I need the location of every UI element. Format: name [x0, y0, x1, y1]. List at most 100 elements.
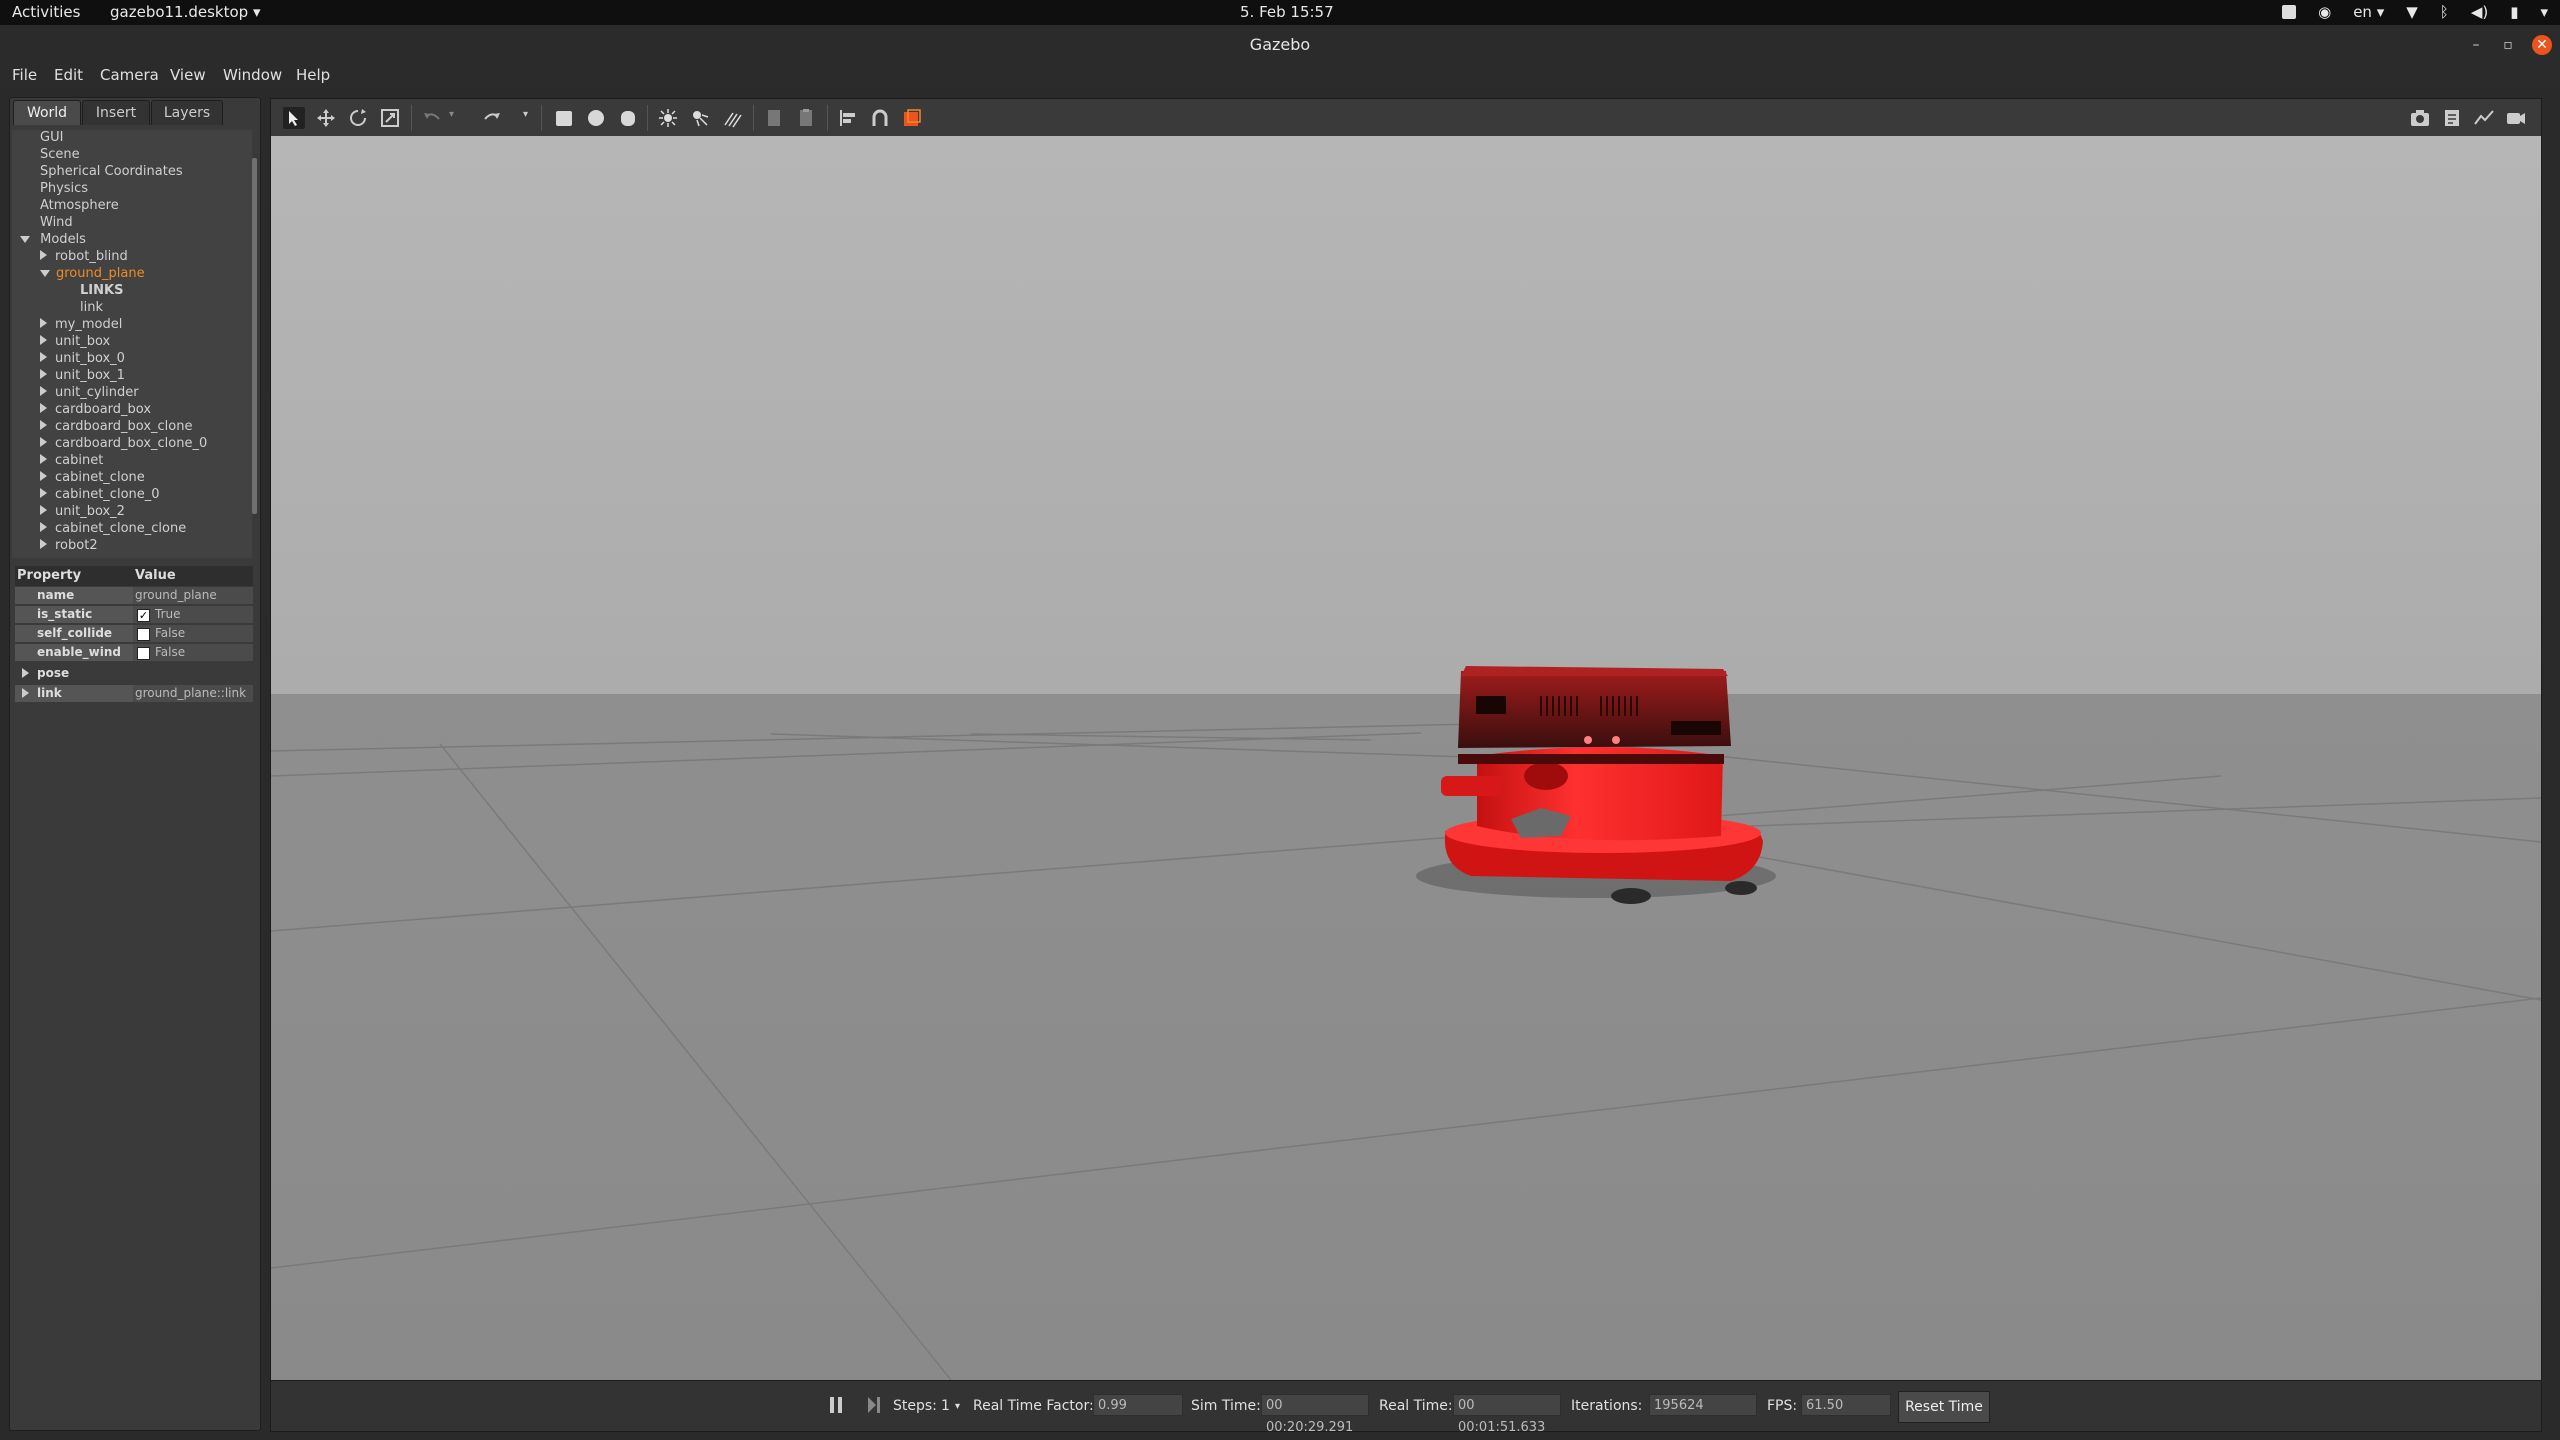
tree-item-link[interactable]: link	[80, 300, 103, 315]
menu-help[interactable]: Help	[296, 66, 330, 84]
tree-item-model[interactable]: cabinet_clone_clone	[40, 521, 186, 536]
chevron-down-icon[interactable]: ▾	[2540, 3, 2548, 21]
property-row-name[interactable]: name ground_plane	[15, 587, 253, 604]
collapse-arrow-icon[interactable]	[40, 437, 47, 447]
menu-camera[interactable]: Camera	[100, 66, 159, 84]
expand-arrow-icon[interactable]	[40, 270, 50, 277]
world-tree[interactable]: GUI Scene Spherical Coordinates Physics …	[12, 130, 252, 558]
step-icon[interactable]	[867, 1396, 881, 1414]
tree-item-model[interactable]: cardboard_box	[40, 402, 151, 417]
tree-item-model-selected[interactable]: ground_plane	[40, 266, 145, 281]
collapse-arrow-icon[interactable]	[40, 386, 47, 396]
scene-viewport[interactable]	[270, 136, 2542, 1380]
chevron-down-icon[interactable]: ▾	[523, 109, 528, 120]
tree-item-model[interactable]: unit_box_1	[40, 368, 125, 383]
collapse-arrow-icon[interactable]	[40, 471, 47, 481]
directional-light-icon[interactable]	[721, 107, 743, 129]
tree-item-wind[interactable]: Wind	[40, 215, 73, 230]
collapse-arrow-icon[interactable]	[22, 668, 29, 678]
tree-item-model[interactable]: robot2	[40, 538, 98, 553]
property-row-link[interactable]: link ground_plane::link	[15, 685, 253, 702]
collapse-arrow-icon[interactable]	[40, 250, 47, 260]
tree-item-model[interactable]: unit_cylinder	[40, 385, 139, 400]
paste-icon[interactable]	[795, 107, 817, 129]
tree-item-model[interactable]: cabinet	[40, 453, 103, 468]
is-static-checkbox[interactable]: ✓	[137, 609, 150, 622]
discord-icon[interactable]: ◉	[2318, 3, 2331, 21]
chevron-down-icon[interactable]: ▾	[955, 1401, 960, 1412]
point-light-icon[interactable]	[657, 107, 679, 129]
tree-item-model[interactable]: cabinet_clone_0	[40, 487, 160, 502]
tray-indicator-icon[interactable]	[2282, 5, 2297, 19]
tree-item-model[interactable]: cardboard_box_clone_0	[40, 436, 207, 451]
self-collide-checkbox[interactable]	[137, 628, 150, 641]
tree-item-model[interactable]: my_model	[40, 317, 122, 332]
translate-icon[interactable]	[315, 107, 337, 129]
property-row-is-static[interactable]: is_static ✓ True	[15, 606, 253, 623]
redo-icon[interactable]	[481, 107, 503, 129]
collapse-arrow-icon[interactable]	[40, 488, 47, 498]
battery-icon[interactable]: ▮	[2510, 3, 2518, 21]
tree-item-spherical-coordinates[interactable]: Spherical Coordinates	[40, 164, 183, 179]
tree-item-atmosphere[interactable]: Atmosphere	[40, 198, 119, 213]
tree-item-models[interactable]: Models	[20, 232, 86, 247]
cylinder-icon[interactable]	[617, 107, 639, 129]
select-arrow-icon[interactable]	[283, 107, 305, 129]
tab-layers[interactable]: Layers	[151, 100, 223, 125]
minimize-icon[interactable]: –	[2466, 35, 2486, 55]
property-row-self-collide[interactable]: self_collide False	[15, 625, 253, 642]
spot-light-icon[interactable]	[689, 107, 711, 129]
tree-item-physics[interactable]: Physics	[40, 181, 88, 196]
reset-time-button[interactable]: Reset Time	[1898, 1391, 1990, 1423]
rotate-icon[interactable]	[347, 107, 369, 129]
collapse-arrow-icon[interactable]	[40, 454, 47, 464]
system-tray[interactable]: ◉ en ▾ ▼ ᛒ ◀) ▮ ▾	[2282, 3, 2548, 21]
undo-icon[interactable]	[421, 107, 443, 129]
screenshot-icon[interactable]	[2409, 107, 2431, 129]
tree-item-model[interactable]: unit_box	[40, 334, 110, 349]
collapse-arrow-icon[interactable]	[40, 505, 47, 515]
tree-item-gui[interactable]: GUI	[40, 130, 63, 145]
tree-item-model[interactable]: robot_blind	[40, 249, 128, 264]
wifi-icon[interactable]: ▼	[2406, 3, 2418, 21]
tab-insert[interactable]: Insert	[82, 100, 150, 125]
tab-world[interactable]: World	[13, 100, 81, 125]
tree-item-model[interactable]: unit_box_0	[40, 351, 125, 366]
collapse-arrow-icon[interactable]	[40, 522, 47, 532]
scale-icon[interactable]	[379, 107, 401, 129]
menu-edit[interactable]: Edit	[54, 66, 83, 84]
sphere-icon[interactable]	[585, 107, 607, 129]
collapse-arrow-icon[interactable]	[22, 688, 29, 698]
box-icon[interactable]	[553, 107, 575, 129]
plot-icon[interactable]	[2473, 107, 2495, 129]
close-icon[interactable]: ✕	[2532, 35, 2552, 55]
view-angle-icon[interactable]	[901, 107, 923, 129]
keyboard-layout[interactable]: en ▾	[2353, 3, 2384, 21]
expand-arrow-icon[interactable]	[20, 236, 30, 243]
align-icon[interactable]	[837, 107, 859, 129]
property-row-pose[interactable]: pose	[15, 665, 253, 682]
app-menu[interactable]: gazebo11.desktop ▾	[110, 3, 261, 21]
collapse-arrow-icon[interactable]	[40, 403, 47, 413]
chevron-down-icon[interactable]: ▾	[449, 109, 454, 120]
pause-icon[interactable]	[829, 1396, 843, 1414]
snap-icon[interactable]	[869, 107, 891, 129]
menu-window[interactable]: Window	[223, 66, 282, 84]
collapse-arrow-icon[interactable]	[40, 352, 47, 362]
copy-icon[interactable]	[763, 107, 785, 129]
steps-value[interactable]: 1	[941, 1398, 950, 1414]
property-row-enable-wind[interactable]: enable_wind False	[15, 644, 253, 661]
log-icon[interactable]	[2441, 107, 2463, 129]
enable-wind-checkbox[interactable]	[137, 647, 150, 660]
menu-file[interactable]: File	[12, 66, 37, 84]
tree-item-links[interactable]: LINKS	[80, 283, 123, 298]
robot-model[interactable]	[1416, 666, 1776, 904]
activities-button[interactable]: Activities	[12, 3, 80, 21]
tree-scrollbar[interactable]	[252, 158, 257, 514]
collapse-arrow-icon[interactable]	[40, 335, 47, 345]
bluetooth-icon[interactable]: ᛒ	[2440, 3, 2449, 21]
collapse-arrow-icon[interactable]	[40, 318, 47, 328]
volume-icon[interactable]: ◀)	[2471, 3, 2488, 21]
collapse-arrow-icon[interactable]	[40, 420, 47, 430]
record-icon[interactable]	[2505, 107, 2527, 129]
